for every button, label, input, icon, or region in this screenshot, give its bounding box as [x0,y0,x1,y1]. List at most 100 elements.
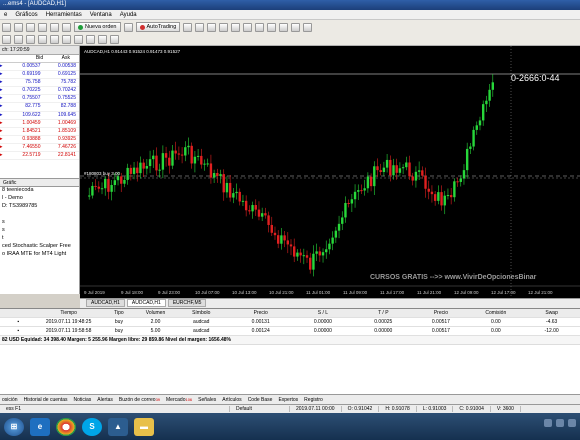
templates-icon[interactable] [303,22,313,32]
navigator-item[interactable]: o IRAA MTE for MT4 Light [0,251,79,259]
navigator-icon[interactable] [50,22,59,32]
market-watch-icon[interactable] [26,22,35,32]
fibonacci-icon[interactable] [74,34,83,44]
navigator-item[interactable]: t [0,235,79,243]
tab-experts[interactable]: Expertos [278,397,298,403]
market-watch-row[interactable]: ▸ 109.622 109.645 [0,112,79,120]
chrome-icon[interactable] [56,417,76,436]
market-watch-row[interactable]: ▸ 75.758 75.782 [0,79,79,88]
ie-icon[interactable]: e [30,417,50,436]
cursor-icon[interactable] [2,34,11,44]
metaeditor-icon[interactable] [123,22,133,32]
market-watch-row[interactable]: ▸ 82.775 82.788 [0,103,79,112]
price-chart[interactable]: 9 Jul 2019 9 Jul 18:00 9 Jul 23:00 10 Jul 0… [80,46,580,298]
bar-chart-icon[interactable] [183,22,193,32]
tab-signals[interactable]: Señales [198,397,216,403]
cell-current-price: 0.00517 [431,328,450,334]
chart-tab[interactable]: AUDCAD,H1 [86,299,125,307]
navigator-item[interactable]: 8 teeniecoda [0,187,79,195]
candlestick-chart[interactable]: 9 Jul 2019 9 Jul 18:00 9 Jul 23:00 10 Jul 0… [80,46,580,298]
tab-history[interactable]: Historial de cuentas [24,397,68,403]
candle-body [299,252,302,256]
zoom-out-icon[interactable] [231,22,241,32]
skype-icon[interactable]: S [82,417,102,436]
cell-symbol: audcad [193,328,210,334]
trade-row[interactable]: ▪ 2019.07.11 19:58:58 buy 5.00 audcad 0.00124… [0,327,580,336]
terminal-header: Tiempo Tipo Volumen Símbolo Precio S / L… [0,309,580,318]
market-watch-row[interactable]: ▸ 0.75507 0.75525 [0,95,79,104]
navigator-item[interactable]: l - Demo [0,195,79,203]
chart-shift-icon[interactable] [267,22,277,32]
market-watch-row[interactable]: ▸ 7.46550 7.46726 [0,144,79,153]
candle-body [145,166,149,169]
zoom-in-icon[interactable] [219,22,229,32]
menu-item-window[interactable]: Ventana [90,12,112,18]
menu-item-file[interactable]: e [4,12,7,18]
explorer-icon[interactable]: ▬ [134,417,154,436]
autoscroll-icon[interactable] [255,22,265,32]
periods-icon[interactable] [291,22,301,32]
market-watch-row[interactable]: ▸ 0.93888 0.93925 [0,136,79,144]
windows-icon[interactable]: ⊞ [4,417,24,436]
tab-market[interactable]: Mercado106 [166,397,192,403]
tab-mailbox[interactable]: Buzón de correo39 [119,397,160,403]
menu-item-tools[interactable]: Herramientas [46,12,82,18]
market-watch-row[interactable]: ▸ 0.70225 0.70242 [0,87,79,96]
data-window-icon[interactable] [38,22,47,32]
terminal-tabs: osición Historial de cuentas Noticias Al… [0,394,580,404]
candle-body [417,170,421,172]
tab-codebase[interactable]: Code Base [248,397,273,403]
line-chart-icon[interactable] [207,22,217,32]
tab-trade[interactable]: osición [2,397,18,403]
column-price: Precio [253,310,268,316]
tab-alerts[interactable]: Alertas [97,397,113,403]
market-watch-row[interactable]: ▸ 0.00537 0.00538 [0,63,79,72]
candle-body [305,255,309,258]
indicators-icon[interactable] [279,22,289,32]
new-chart-icon[interactable] [2,22,11,32]
arrows-icon[interactable] [110,34,119,44]
tab-news[interactable]: Noticias [74,397,92,403]
market-watch-row[interactable]: ▸ 22.5719 22.8141 [0,152,79,161]
navigator-item[interactable]: s [0,227,79,235]
vertical-line-icon[interactable] [26,34,35,44]
navigator-item[interactable]: s [0,219,79,227]
tray-icon[interactable] [544,419,552,427]
tray-icon[interactable] [556,419,564,427]
market-watch-row[interactable]: ▸ 1.84521 1.85109 [0,128,79,136]
chart-tab[interactable]: EURCHF,M5 [167,299,207,307]
column-bid: Bid [35,55,44,61]
autotrading-button[interactable]: AutoTrading [135,22,181,32]
crosshair-icon[interactable] [14,34,23,44]
mt4-icon[interactable]: ▲ [108,417,128,436]
tab-articles[interactable]: Artículos [222,397,241,403]
navigator-item[interactable] [0,211,79,219]
label-icon[interactable] [98,34,107,44]
market-watch-panel: ch: 17:20:59 Bid Ask ▸ 0.00537 0.00538 ▸ 0.6… [0,46,80,186]
market-count-badge: 106 [185,396,193,402]
market-watch-row[interactable]: ▸ 0.69199 0.69125 [0,71,79,80]
column-sl: S / L [317,310,329,316]
tab-journal[interactable]: Registro [304,397,323,403]
menu-item-charts[interactable]: Gráficos [15,12,37,18]
navigator-item[interactable]: D: TS3989785 [0,203,79,211]
new-order-button[interactable]: Nueva orden [74,22,121,32]
tray-icon[interactable] [568,419,576,427]
trendline-icon[interactable] [50,34,59,44]
tile-icon[interactable] [243,22,253,32]
text-icon[interactable] [86,34,95,44]
channel-icon[interactable] [62,34,71,44]
terminal-icon[interactable] [62,22,71,32]
profiles-icon[interactable] [14,22,23,32]
status-open: O: 0.91042 [342,406,380,412]
horizontal-line-icon[interactable] [38,34,47,44]
navigator-item[interactable]: ced Stochastic Scalper Free [0,243,79,251]
market-watch-row[interactable]: ▸ 1.00459 1.00469 [0,120,79,128]
market-watch-tab[interactable]: Gráfic [0,178,79,186]
trade-row[interactable]: ▪ 2019.07.11 19:48:25 buy 2.00 audcad 0.00131… [0,318,580,327]
candle-body [424,175,427,189]
candle-chart-icon[interactable] [195,22,205,32]
candle-body [97,186,101,189]
chart-tab-active[interactable]: AUDCAD,H1 [126,299,166,307]
menu-item-help[interactable]: Ayuda [120,12,137,18]
